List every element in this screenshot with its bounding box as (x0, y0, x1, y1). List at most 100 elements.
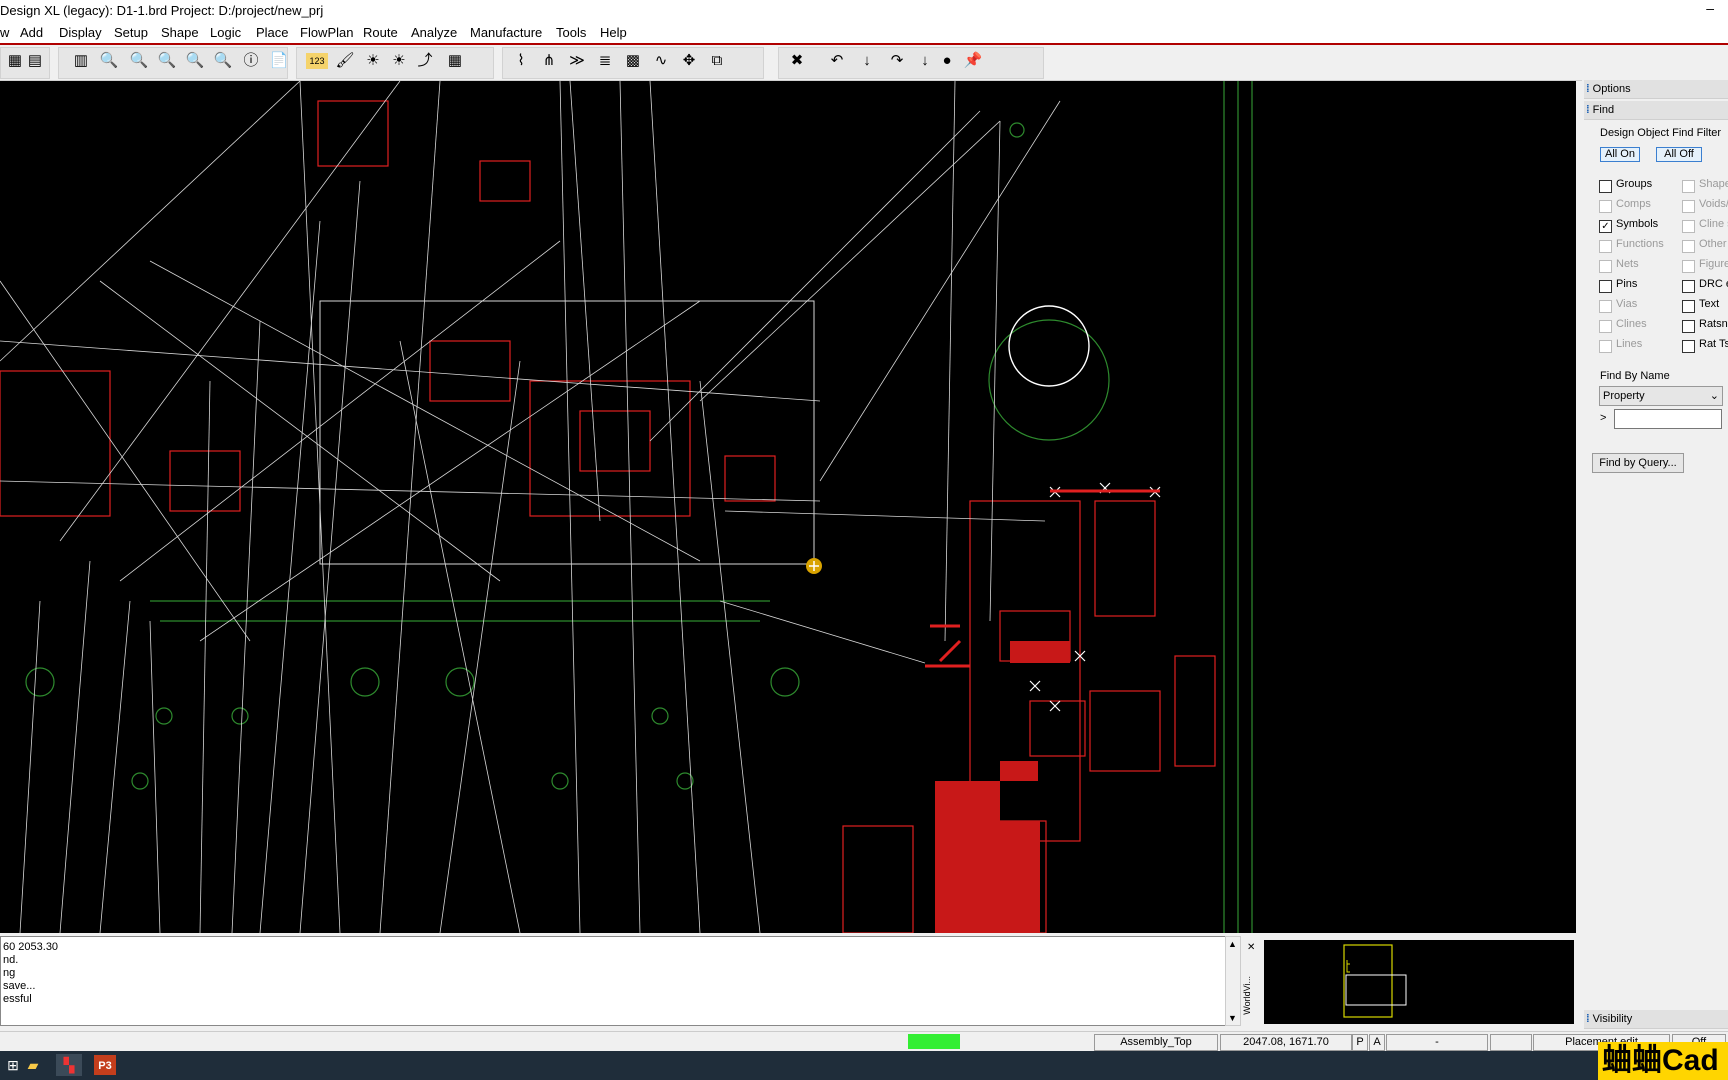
pcb-drawing[interactable] (0, 81, 1576, 933)
minimap-drawing (1343, 944, 1407, 1018)
fanout-icon[interactable]: ⋔ (538, 50, 560, 72)
stack-icon[interactable]: ≣ (594, 50, 616, 72)
menu-setup[interactable]: Setup (114, 25, 148, 40)
visibility-tab[interactable]: ⁞ Visibility (1584, 1010, 1728, 1029)
find-by-name-select[interactable]: Property ⌄ (1599, 386, 1723, 406)
menu-analyze[interactable]: Analyze (411, 25, 457, 40)
menu-bar: w Add Display Setup Shape Logic Place Fl… (0, 22, 1728, 45)
down2-icon[interactable]: ↓ (914, 50, 936, 72)
worldview-minimap[interactable] (1264, 940, 1574, 1024)
menu-add[interactable]: Add (20, 25, 43, 40)
minimize-button[interactable]: – (1706, 0, 1714, 16)
wave-icon[interactable]: ∿ (650, 50, 672, 72)
right-checkbox-other (1682, 240, 1695, 253)
menu-logic[interactable]: Logic (210, 25, 241, 40)
options-tab[interactable]: ⁞ Options (1584, 80, 1728, 99)
delay-tune-icon[interactable]: ⌇ (510, 50, 532, 72)
right-checkbox-rat-ts[interactable] (1682, 340, 1695, 353)
console-scrollbar[interactable]: ▲ ▼ (1225, 936, 1241, 1026)
menu-flowplan[interactable]: FlowPlan (300, 25, 353, 40)
file-explorer-icon[interactable]: ▰ (20, 1054, 46, 1076)
menu-place[interactable]: Place (256, 25, 289, 40)
zoom-out-icon[interactable]: 🔍 (184, 50, 206, 72)
find-name-input[interactable] (1614, 409, 1722, 429)
right-checkbox-drc-e[interactable] (1682, 280, 1695, 293)
left-checkbox-groups[interactable] (1599, 180, 1612, 193)
bundle-icon[interactable]: ≫ (566, 50, 588, 72)
zoom-prev-icon[interactable]: 🔍 (212, 50, 234, 72)
menu-display[interactable]: Display (59, 25, 102, 40)
copper-fill (935, 641, 1070, 933)
chevron-down-icon: ⌄ (1709, 390, 1719, 402)
close-icon[interactable]: ✕ (1247, 942, 1255, 953)
menu-tools[interactable]: Tools (556, 25, 586, 40)
globe-icon[interactable]: ● (936, 50, 958, 72)
grid-icon[interactable]: ▤ (24, 50, 46, 72)
menu-help[interactable]: Help (600, 25, 627, 40)
right-label: DRC e (1699, 278, 1728, 290)
right-checkbox-text[interactable] (1682, 300, 1695, 313)
worldview-label: WorldVi... (1242, 976, 1252, 1015)
info-icon[interactable]: ⓘ (240, 50, 262, 72)
console-line: 60 2053.30 (3, 941, 59, 953)
left-label: Pins (1616, 278, 1638, 290)
menu-manufacture[interactable]: Manufacture (470, 25, 542, 40)
menu-view[interactable]: w (0, 25, 9, 40)
matrix-icon[interactable]: ▩ (622, 50, 644, 72)
pin-icon[interactable]: 📌 (962, 50, 984, 72)
watermark: 蛐蛐Cad (1598, 1042, 1728, 1080)
add-connect-icon[interactable]: ⤴ (414, 50, 436, 72)
move-icon[interactable]: ✥ (678, 50, 700, 72)
down-icon[interactable]: ↓ (856, 50, 878, 72)
zoom-fit-icon[interactable]: 🔍 (98, 50, 120, 72)
find-tab[interactable]: ⁞ Find (1584, 101, 1728, 120)
right-checkbox-ratsne[interactable] (1682, 320, 1695, 333)
counter-icon[interactable]: 123 (306, 53, 328, 69)
all-on-button[interactable]: All On (1600, 147, 1640, 162)
console-line: save... (3, 980, 36, 992)
left-checkbox-symbols[interactable]: ✓ (1599, 220, 1612, 233)
active-layer[interactable]: Assembly_Top (1094, 1034, 1218, 1051)
allegro-app-icon[interactable]: ▚ (56, 1054, 82, 1076)
delete-icon[interactable]: ✖ (786, 50, 808, 72)
name-prefix: > (1600, 412, 1607, 424)
all-off-button[interactable]: All Off (1656, 147, 1702, 162)
sun-icon[interactable]: ☀ (362, 50, 384, 72)
copy-icon[interactable]: ⧉ (706, 50, 728, 72)
redo-icon[interactable]: ↷ (886, 50, 908, 72)
p-flag[interactable]: P (1352, 1034, 1368, 1051)
zoom-in-icon[interactable]: 🔍 (128, 50, 150, 72)
command-console[interactable]: 60 2053.30 nd. ng save... essful (0, 936, 1227, 1026)
slide-icon[interactable]: ▦ (444, 50, 466, 72)
left-checkbox-vias (1599, 300, 1612, 313)
menu-route[interactable]: Route (363, 25, 398, 40)
scroll-down-icon[interactable]: ▼ (1228, 1013, 1237, 1023)
find-by-name-title: Find By Name (1600, 370, 1670, 382)
left-label: Nets (1616, 258, 1639, 270)
right-checkbox-voids- (1682, 200, 1695, 213)
a-flag[interactable]: A (1369, 1034, 1385, 1051)
console-line: nd. (3, 954, 19, 966)
left-checkbox-pins[interactable] (1599, 280, 1612, 293)
right-label: Ratsne (1699, 318, 1728, 330)
right-label: Cline s (1699, 218, 1728, 230)
cursor-marker (806, 558, 822, 574)
zoom-in2-icon[interactable]: 🔍 (156, 50, 178, 72)
left-label: Vias (1616, 298, 1638, 310)
status-bar: Assembly_Top 2047.08, 1671.70 P A - Plac… (0, 1031, 1728, 1052)
left-label: Clines (1616, 318, 1647, 330)
right-label: Shapes (1699, 178, 1728, 190)
powerpoint-icon[interactable]: P3 (94, 1055, 116, 1075)
left-checkbox-lines (1599, 340, 1612, 353)
highlight-icon[interactable]: 🖌 (334, 50, 356, 72)
board-canvas[interactable] (0, 81, 1576, 933)
report-icon[interactable]: 📄 (268, 50, 290, 72)
layers-icon[interactable]: ▦ (4, 50, 26, 72)
right-checkbox-figure (1682, 260, 1695, 273)
undo-icon[interactable]: ↶ (826, 50, 848, 72)
scroll-up-icon[interactable]: ▲ (1228, 939, 1237, 949)
sun2-icon[interactable]: ☀ (388, 50, 410, 72)
grid2-icon[interactable]: ▥ (70, 50, 92, 72)
find-by-query-button[interactable]: Find by Query... (1592, 453, 1684, 473)
menu-shape[interactable]: Shape (161, 25, 199, 40)
